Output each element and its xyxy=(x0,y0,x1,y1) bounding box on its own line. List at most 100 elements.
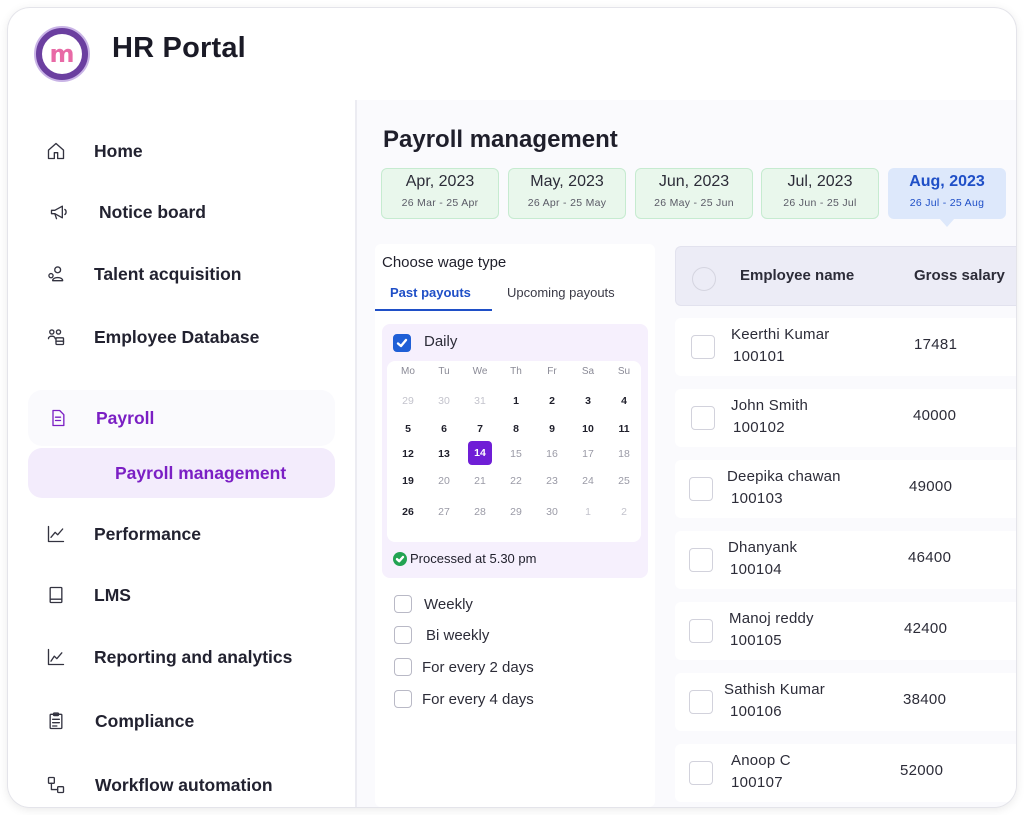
option-every-4-days[interactable]: For every 4 days xyxy=(394,688,534,710)
month-tab-jun[interactable]: Jun, 2023 26 May - 25 Jun xyxy=(635,168,753,219)
table-row[interactable]: John Smith 100102 40000 xyxy=(675,389,1016,447)
gross-salary: 49000 xyxy=(909,478,953,495)
table-row[interactable]: Manoj reddy 100105 42400 xyxy=(675,602,1016,660)
column-header-employee-name[interactable]: Employee name xyxy=(740,267,854,284)
option-label: For every 4 days xyxy=(422,690,534,708)
calendar-day[interactable]: 22 xyxy=(503,472,529,490)
calendar-day[interactable]: 29 xyxy=(503,503,529,521)
calendar-day[interactable]: 26 xyxy=(395,503,421,521)
month-range: 26 May - 25 Jun xyxy=(654,197,734,209)
employee-name: Deepika chawan xyxy=(727,468,841,485)
calendar-day[interactable]: 16 xyxy=(539,445,565,463)
row-checkbox[interactable] xyxy=(689,761,713,785)
calendar-day[interactable]: 30 xyxy=(431,392,457,410)
option-every-2-days[interactable]: For every 2 days xyxy=(394,656,534,678)
table-row[interactable]: Anoop C 100107 52000 xyxy=(675,744,1016,802)
calendar-day[interactable]: 24 xyxy=(575,472,601,490)
calendar-day[interactable]: 5 xyxy=(395,420,421,438)
row-checkbox[interactable] xyxy=(691,335,715,359)
calendar-day[interactable]: 31 xyxy=(467,392,493,410)
calendar-day[interactable]: 19 xyxy=(395,472,421,490)
document-icon xyxy=(47,407,69,429)
row-checkbox[interactable] xyxy=(689,690,713,714)
gross-salary: 42400 xyxy=(904,620,948,637)
calendar-day-selected[interactable]: 14 xyxy=(468,441,492,465)
sidebar-item-notice-board[interactable]: Notice board xyxy=(28,187,335,237)
megaphone-icon xyxy=(48,201,70,223)
month-tab-jul[interactable]: Jul, 2023 26 Jun - 25 Jul xyxy=(761,168,879,219)
calendar-day[interactable]: 4 xyxy=(611,392,637,410)
table-row[interactable]: Dhanyank 100104 46400 xyxy=(675,531,1016,589)
calendar-day[interactable]: 12 xyxy=(395,445,421,463)
employee-name: Dhanyank xyxy=(728,539,798,556)
sidebar-subitem-payroll-management[interactable]: Payroll management xyxy=(28,448,335,498)
every-2-days-checkbox[interactable] xyxy=(394,658,412,676)
calendar-day[interactable]: 1 xyxy=(503,392,529,410)
gross-salary: 46400 xyxy=(908,549,952,566)
month-label: Apr, 2023 xyxy=(405,173,475,190)
main-content: Payroll management Apr, 2023 26 Mar - 25… xyxy=(357,100,1016,807)
sidebar-item-performance[interactable]: Performance xyxy=(28,509,335,559)
calendar-day[interactable]: 28 xyxy=(467,503,493,521)
month-tab-apr[interactable]: Apr, 2023 26 Mar - 25 Apr xyxy=(381,168,499,219)
calendar-day[interactable]: 9 xyxy=(539,420,565,438)
calendar-day[interactable]: 11 xyxy=(611,420,637,438)
row-checkbox[interactable] xyxy=(689,619,713,643)
month-tab-may[interactable]: May, 2023 26 Apr - 25 May xyxy=(508,168,626,219)
month-label: Jun, 2023 xyxy=(658,173,730,190)
calendar-day[interactable]: 13 xyxy=(431,445,457,463)
calendar-day[interactable]: 30 xyxy=(539,503,565,521)
sidebar-item-label: LMS xyxy=(94,584,131,605)
calendar-day[interactable]: 21 xyxy=(467,472,493,490)
book-icon xyxy=(45,584,67,606)
sidebar-item-lms[interactable]: LMS xyxy=(28,570,335,620)
sidebar-item-compliance[interactable]: Compliance xyxy=(28,696,335,746)
row-checkbox[interactable] xyxy=(689,477,713,501)
column-header-gross-salary[interactable]: Gross salary xyxy=(914,267,1005,284)
calendar-weekday: We xyxy=(472,366,488,377)
month-tab-aug[interactable]: Aug, 2023 26 Jul - 25 Aug xyxy=(888,168,1006,227)
daily-checkbox[interactable] xyxy=(393,334,411,352)
table-row[interactable]: Sathish Kumar 100106 38400 xyxy=(675,673,1016,731)
select-all-checkbox[interactable] xyxy=(692,267,716,291)
tab-past-payouts[interactable]: Past payouts xyxy=(375,285,492,311)
sidebar-item-home[interactable]: Home xyxy=(28,126,335,176)
calendar-day[interactable]: 25 xyxy=(611,472,637,490)
sidebar-item-label: Talent acquisition xyxy=(94,263,242,284)
calendar-day[interactable]: 8 xyxy=(503,420,529,438)
calendar-day[interactable]: 15 xyxy=(503,445,529,463)
row-checkbox[interactable] xyxy=(691,406,715,430)
employee-id: 100104 xyxy=(730,561,782,578)
sidebar-item-employee-database[interactable]: Employee Database xyxy=(28,312,335,362)
calendar-day[interactable]: 2 xyxy=(539,392,565,410)
bi-weekly-checkbox[interactable] xyxy=(394,626,412,644)
tab-upcoming-payouts[interactable]: Upcoming payouts xyxy=(507,285,615,311)
option-bi-weekly[interactable]: Bi weekly xyxy=(394,624,489,646)
sidebar-item-workflow[interactable]: Workflow automation xyxy=(28,760,335,807)
calendar-day[interactable]: 23 xyxy=(539,472,565,490)
table-row[interactable]: Keerthi Kumar 100101 17481 xyxy=(675,318,1016,376)
option-weekly[interactable]: Weekly xyxy=(394,593,473,615)
calendar-day[interactable]: 1 xyxy=(575,503,601,521)
calendar-day[interactable]: 27 xyxy=(431,503,457,521)
calendar-day[interactable]: 20 xyxy=(431,472,457,490)
every-4-days-checkbox[interactable] xyxy=(394,690,412,708)
calendar-day[interactable]: 2 xyxy=(611,503,637,521)
calendar-day[interactable]: 10 xyxy=(575,420,601,438)
sidebar-item-payroll[interactable]: Payroll xyxy=(28,390,335,446)
calendar-day[interactable]: 29 xyxy=(395,392,421,410)
table-row[interactable]: Deepika chawan 100103 49000 xyxy=(675,460,1016,518)
calendar-day[interactable]: 17 xyxy=(575,445,601,463)
calendar-day[interactable]: 18 xyxy=(611,445,637,463)
sidebar-item-reporting[interactable]: Reporting and analytics xyxy=(28,632,335,682)
calendar-day[interactable]: 7 xyxy=(467,420,493,438)
calendar-day[interactable]: 6 xyxy=(431,420,457,438)
gross-salary: 38400 xyxy=(903,691,947,708)
sidebar: Home Notice board Talent acquisition Emp… xyxy=(8,100,356,807)
sidebar-item-talent-acquisition[interactable]: Talent acquisition xyxy=(28,249,335,299)
calendar: Mo Tu We Th Fr Sa Su 29 30 31 1 2 3 4 5 … xyxy=(387,361,641,542)
calendar-day[interactable]: 3 xyxy=(575,392,601,410)
employee-id: 100106 xyxy=(730,703,782,720)
row-checkbox[interactable] xyxy=(689,548,713,572)
weekly-checkbox[interactable] xyxy=(394,595,412,613)
